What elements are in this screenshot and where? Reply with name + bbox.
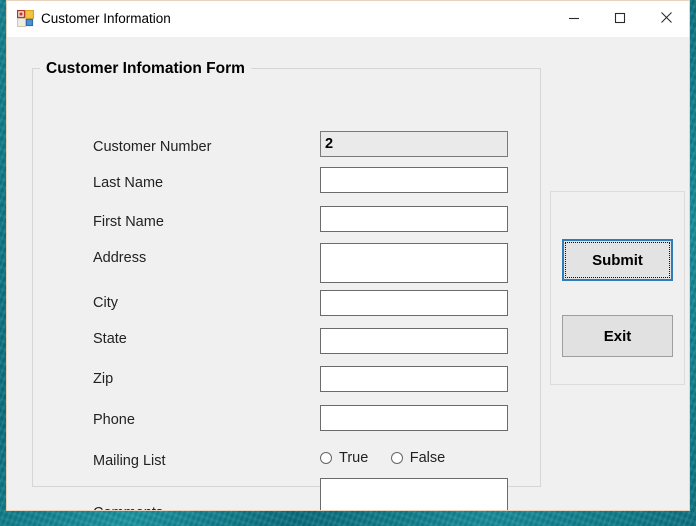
radio-mailing-list-false[interactable]: False [390, 450, 446, 466]
window-title: Customer Information [41, 11, 171, 26]
minimize-icon [569, 17, 579, 19]
close-button[interactable] [643, 1, 689, 34]
radio-mailing-list-true[interactable]: True [320, 450, 368, 466]
maximize-button[interactable] [597, 1, 643, 34]
input-comments[interactable] [320, 478, 508, 510]
input-last-name[interactable] [320, 167, 508, 193]
label-address: Address [93, 250, 147, 266]
client-area: Customer Infomation Form Customer Number… [7, 37, 689, 510]
label-phone: Phone [93, 412, 135, 428]
radio-label-false: False [409, 450, 446, 466]
radio-circle-icon [320, 452, 332, 464]
action-button-panel: Submit Exit [550, 191, 685, 385]
input-customer-number[interactable] [320, 131, 508, 157]
mailing-list-radio-group: True False [320, 450, 463, 470]
label-comments: Comments [93, 504, 163, 510]
label-mailing-list: Mailing List [93, 453, 166, 469]
input-zip[interactable] [320, 366, 508, 392]
input-address[interactable] [320, 243, 508, 283]
label-zip: Zip [93, 371, 114, 387]
label-customer-number: Customer Number [93, 139, 212, 155]
windows-form-icon [16, 9, 35, 28]
label-state: State [93, 331, 127, 347]
groupbox-title: Customer Infomation Form [40, 60, 251, 78]
minimize-button[interactable] [551, 1, 597, 34]
input-city[interactable] [320, 290, 508, 316]
title-bar[interactable]: Customer Information [7, 1, 689, 37]
application-window: Customer Information Customer Infomation… [6, 0, 690, 511]
radio-circle-icon [390, 452, 403, 464]
submit-button-label: Submit [592, 251, 643, 269]
label-city: City [93, 295, 118, 311]
label-last-name: Last Name [93, 175, 164, 191]
input-phone[interactable] [320, 405, 508, 431]
input-state[interactable] [320, 328, 508, 354]
close-icon [660, 12, 672, 23]
radio-label-true: True [339, 450, 369, 466]
exit-button-label: Exit [603, 327, 632, 345]
input-first-name[interactable] [320, 206, 508, 232]
label-first-name: First Name [93, 214, 164, 230]
exit-button[interactable]: Exit [562, 315, 673, 357]
submit-button[interactable]: Submit [562, 239, 673, 281]
maximize-icon [614, 12, 626, 23]
